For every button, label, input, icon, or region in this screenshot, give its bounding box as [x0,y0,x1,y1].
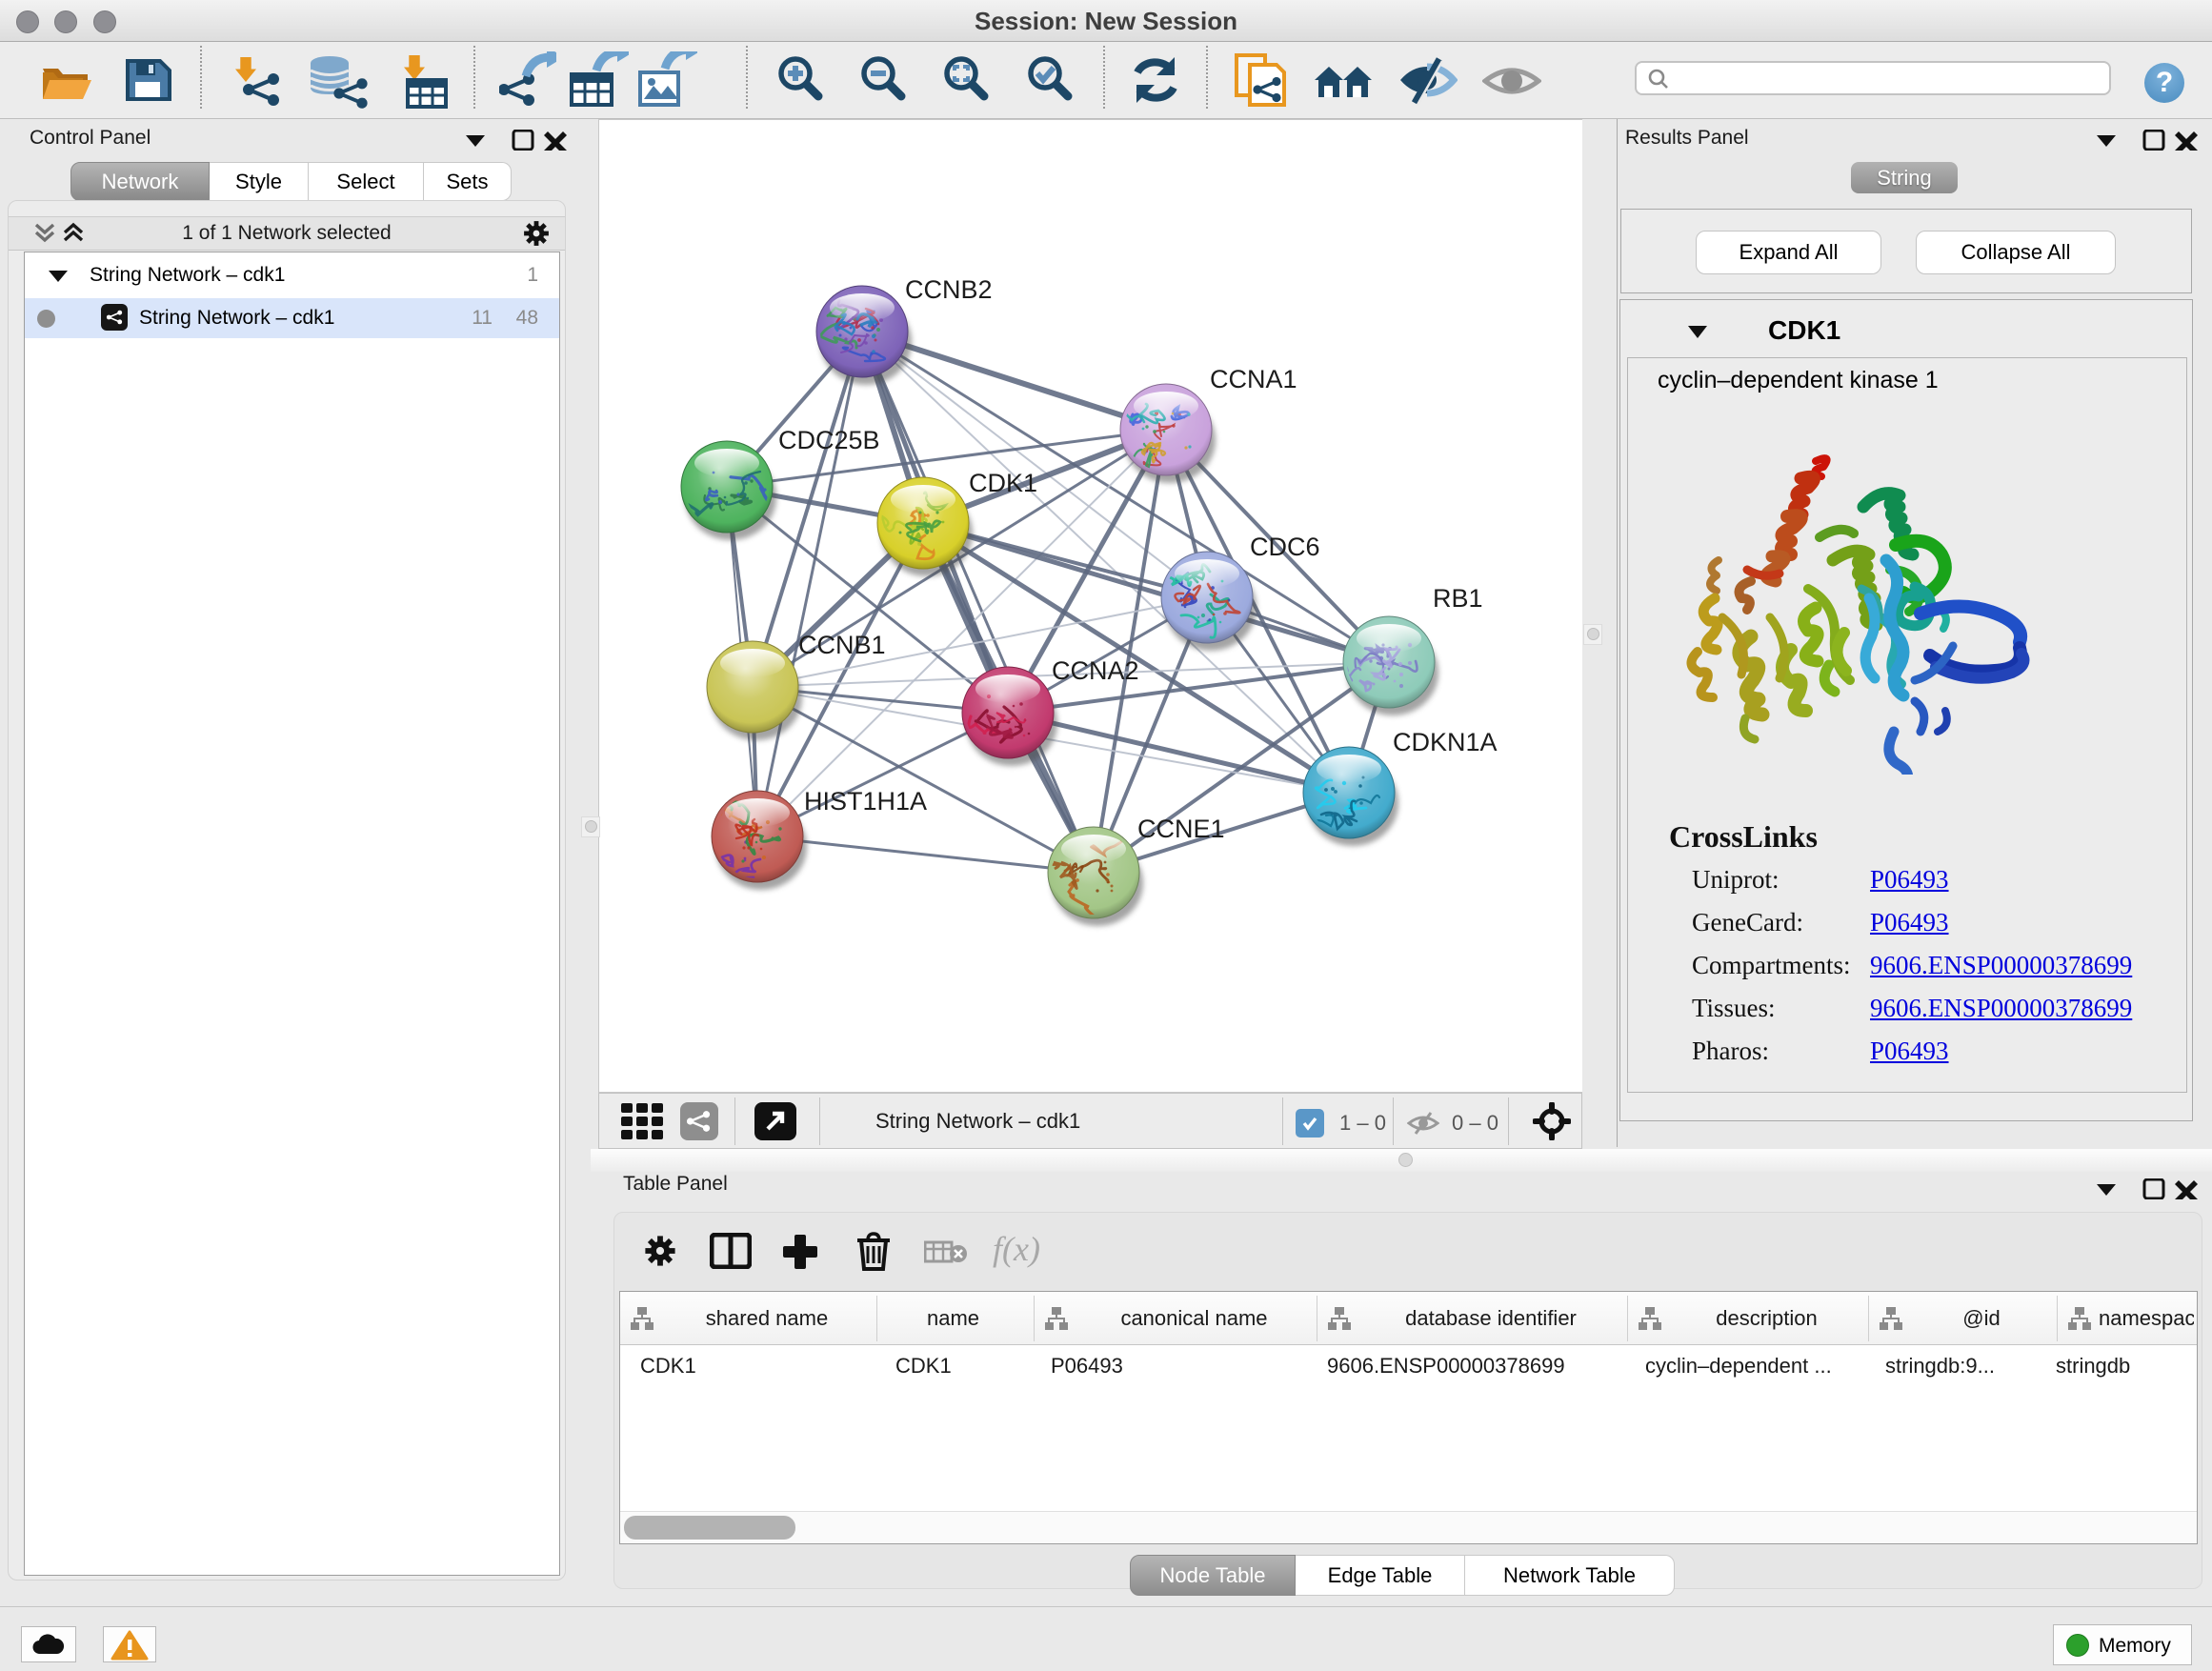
svg-text:CCNA1: CCNA1 [1210,365,1297,393]
svg-text:CCNB2: CCNB2 [905,275,993,304]
svg-text:RB1: RB1 [1433,584,1483,613]
svg-text:CCNE1: CCNE1 [1137,815,1225,843]
svg-text:CCNA2: CCNA2 [1052,656,1139,685]
svg-text:CDK1: CDK1 [969,469,1037,497]
svg-text:HIST1H1A: HIST1H1A [804,787,927,815]
svg-text:CDC6: CDC6 [1250,533,1320,561]
svg-text:CCNB1: CCNB1 [798,631,886,659]
svg-text:CDC25B: CDC25B [778,426,880,454]
svg-text:CDKN1A: CDKN1A [1393,728,1498,756]
